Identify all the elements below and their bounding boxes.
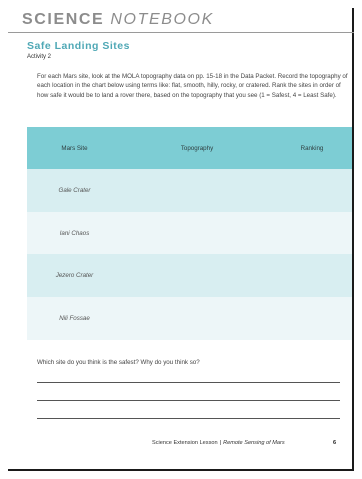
table-row: Iani Chaos — [27, 211, 352, 255]
notebook-header: SCIENCE NOTEBOOK — [0, 8, 362, 34]
table-row: Jezero Crater — [27, 254, 352, 298]
notebook-title: SCIENCE NOTEBOOK — [22, 11, 214, 29]
topography-cell[interactable] — [122, 169, 272, 212]
answer-line-1[interactable] — [37, 382, 340, 383]
answer-line-2[interactable] — [37, 400, 340, 401]
site-name: Iani Chaos — [27, 211, 122, 255]
notebook-title-bold: SCIENCE — [22, 11, 105, 28]
site-name: Jezero Crater — [27, 254, 122, 298]
topography-cell[interactable] — [122, 211, 272, 255]
ranking-cell[interactable] — [272, 169, 352, 212]
ranking-cell[interactable] — [272, 211, 352, 255]
column-header-ranking: Ranking — [272, 127, 352, 169]
site-name: Nili Fossae — [27, 297, 122, 340]
column-header-site: Mars Site — [27, 127, 122, 169]
footer: Science Extension Lesson | Remote Sensing … — [152, 440, 285, 446]
table-row: Nili Fossae — [27, 297, 352, 340]
footer-lesson: Science Extension Lesson — [152, 440, 218, 446]
table-row: Gale Crater — [27, 169, 352, 212]
question-text: Which site do you think is the safest? W… — [37, 359, 200, 366]
answer-line-3[interactable] — [37, 418, 340, 419]
column-header-topography: Topography — [122, 127, 272, 169]
ranking-cell[interactable] — [272, 297, 352, 340]
activity-title: Safe Landing Sites — [27, 40, 130, 52]
footer-subtitle: Remote Sensing of Mars — [223, 440, 285, 446]
site-name: Gale Crater — [27, 169, 122, 212]
topography-cell[interactable] — [122, 297, 272, 340]
header-divider — [8, 32, 354, 33]
landing-sites-table: Mars Site Topography Ranking Gale Crater… — [27, 127, 352, 340]
topography-cell[interactable] — [122, 254, 272, 298]
notebook-title-italic: NOTEBOOK — [110, 11, 214, 28]
activity-label: Activity 2 — [27, 54, 52, 60]
ranking-cell[interactable] — [272, 254, 352, 298]
page-number: 6 — [333, 440, 337, 446]
instructions-text: For each Mars site, look at the MOLA top… — [37, 73, 348, 99]
table-header-row: Mars Site Topography Ranking — [27, 127, 352, 169]
footer-separator: | — [219, 440, 222, 446]
